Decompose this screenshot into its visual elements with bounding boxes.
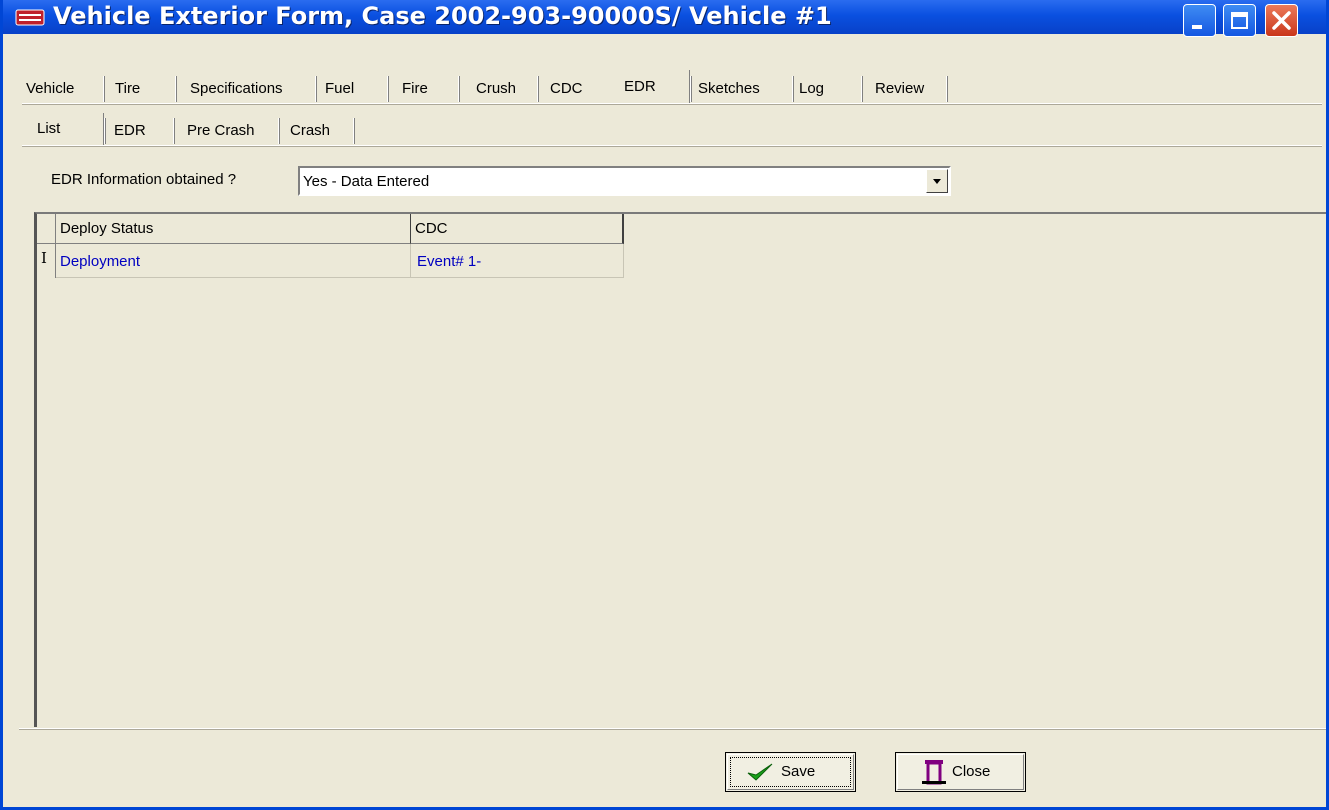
column-header-deploy-status[interactable]: Deploy Status (56, 214, 411, 244)
column-header-label: CDC (415, 220, 448, 237)
tab-sketches[interactable]: Sketches (698, 74, 760, 104)
tab-label: Sketches (698, 80, 760, 97)
tab-label: Vehicle (26, 80, 75, 97)
tab-label: Crush (476, 80, 517, 97)
subtab-list[interactable]: List (22, 113, 104, 146)
vehicle-exterior-form-window: Vehicle Exterior Form, Case 2002-903-900… (0, 0, 1329, 810)
close-icon (1272, 11, 1291, 30)
table-row-cell-deploy-status[interactable]: Deployment (56, 244, 411, 278)
maximize-button[interactable] (1223, 4, 1256, 37)
close-window-button[interactable] (1265, 4, 1298, 37)
tab-separator (315, 76, 317, 102)
tab-label: Fuel (325, 80, 355, 97)
edr-info-select[interactable]: Yes - Data Entered (298, 166, 951, 196)
tab-separator (278, 118, 280, 144)
tab-label: Review (875, 80, 925, 97)
edr-list-grid[interactable]: Deploy Status CDC I Deployment Event# 1- (34, 212, 1326, 727)
tab-separator (104, 118, 106, 144)
row-indicator[interactable]: I (37, 244, 56, 278)
subtab-pre-crash[interactable]: Pre Crash (187, 116, 255, 146)
tab-separator (458, 76, 460, 102)
tab-separator (690, 76, 692, 102)
vehicle-icon (15, 9, 45, 26)
sub-tab-row: List EDR Pre Crash Crash (22, 113, 1322, 146)
tab-label: EDR (624, 78, 656, 95)
chevron-down-icon (933, 179, 941, 184)
minimize-icon (1192, 25, 1202, 29)
close-button[interactable]: Close (895, 752, 1026, 792)
tab-label: List (37, 120, 61, 137)
row-indicator-glyph: I (41, 249, 47, 267)
cell-text: Event# 1- (417, 253, 482, 270)
tab-log[interactable]: Log (799, 74, 824, 104)
edr-info-value: Yes - Data Entered (303, 173, 430, 190)
edr-info-label: EDR Information obtained ? (51, 171, 237, 188)
column-header-label: Deploy Status (60, 220, 154, 237)
tab-separator (537, 76, 539, 102)
tab-vehicle[interactable]: Vehicle (26, 74, 74, 104)
window-title: Vehicle Exterior Form, Case 2002-903-900… (53, 2, 832, 30)
tab-fire[interactable]: Fire (402, 74, 428, 104)
subtab-crash[interactable]: Crash (290, 116, 330, 146)
cell-text: Deployment (60, 253, 141, 270)
maximize-icon (1231, 12, 1248, 29)
main-tab-row: Vehicle Tire Specifications Fuel Fire Cr… (22, 70, 1322, 104)
tab-fuel[interactable]: Fuel (325, 74, 354, 104)
save-button[interactable]: Save (725, 752, 856, 792)
tab-label: Log (799, 80, 825, 97)
close-label: Close (952, 763, 991, 780)
tab-separator (173, 118, 175, 144)
table-row-cell-cdc[interactable]: Event# 1- (411, 244, 624, 278)
tab-separator (946, 76, 948, 102)
tab-label: CDC (550, 80, 583, 97)
tab-label: Pre Crash (187, 122, 255, 139)
tab-label: Fire (402, 80, 428, 97)
tab-separator (792, 76, 794, 102)
tab-specifications[interactable]: Specifications (190, 74, 283, 104)
tab-label: EDR (114, 122, 146, 139)
grid-corner (37, 214, 56, 244)
title-bar[interactable]: Vehicle Exterior Form, Case 2002-903-900… (3, 0, 1326, 37)
tab-tire[interactable]: Tire (115, 74, 140, 104)
tab-separator (175, 76, 177, 102)
subtab-edr[interactable]: EDR (114, 116, 146, 146)
tab-edr[interactable]: EDR (610, 70, 690, 104)
tab-separator (387, 76, 389, 102)
footer-divider (19, 728, 1326, 730)
minimize-button[interactable] (1183, 4, 1216, 37)
focus-rect (730, 757, 851, 787)
tab-cdc[interactable]: CDC (550, 74, 583, 104)
tab-label: Tire (115, 80, 141, 97)
tab-label: Crash (290, 122, 331, 139)
column-header-cdc[interactable]: CDC (411, 214, 624, 244)
main-tab-baseline (22, 103, 1322, 105)
tab-separator (103, 76, 105, 102)
tab-separator (353, 118, 355, 144)
tab-separator (861, 76, 863, 102)
sub-tab-baseline (22, 145, 1322, 147)
button-bar: Save Close (19, 734, 1326, 807)
dropdown-button[interactable] (926, 169, 948, 193)
tab-label: Specifications (190, 80, 283, 97)
tab-review[interactable]: Review (875, 74, 924, 104)
tab-crush[interactable]: Crush (476, 74, 516, 104)
door-exit-icon (922, 760, 946, 785)
